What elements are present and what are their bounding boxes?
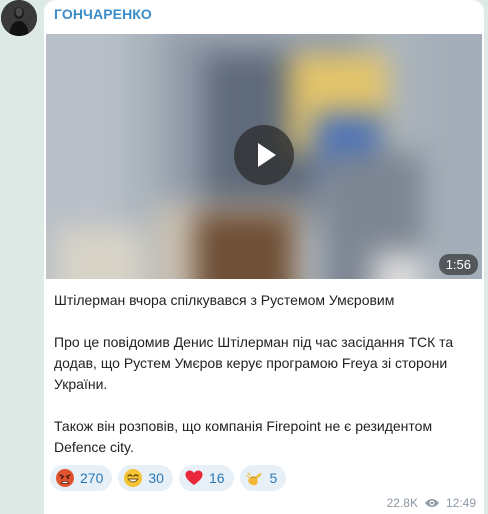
- message-meta: 22.8K 12:49: [387, 496, 476, 510]
- reactions-bar: 270 30 16 5: [50, 465, 287, 491]
- angry-face-icon: [56, 469, 74, 487]
- video-player[interactable]: 1:56: [46, 34, 482, 279]
- message-time: 12:49: [445, 496, 476, 510]
- message-bubble: ГОНЧАРЕНКО 1:56 Штілерман вчора спілкува…: [44, 0, 484, 514]
- play-button[interactable]: [234, 125, 294, 185]
- red-heart-icon: [185, 470, 203, 485]
- video-duration: 1:56: [438, 254, 478, 275]
- clapping-hands-icon: [245, 472, 261, 486]
- reaction-count: 16: [208, 470, 225, 486]
- eye-icon: [424, 499, 439, 507]
- chat-view: ГОНЧАРЕНКО 1:56 Штілерман вчора спілкува…: [0, 0, 488, 514]
- reaction-heart[interactable]: 16: [178, 465, 234, 491]
- message-paragraph: Штілерман вчора спілкувався з Рустемом У…: [54, 292, 395, 308]
- grinning-face-icon: [124, 469, 143, 487]
- person-avatar-icon: [1, 0, 37, 36]
- message-paragraph: Про це повідомив Денис Штілерман під час…: [54, 334, 454, 392]
- message-paragraph: Також він розповів, що компанія Firepoin…: [54, 418, 433, 455]
- reaction-count: 5: [269, 470, 278, 486]
- reaction-angry[interactable]: 270: [50, 465, 113, 491]
- message-text: Штілерман вчора спілкувався з Рустемом У…: [54, 290, 474, 458]
- channel-avatar[interactable]: [1, 0, 37, 36]
- reaction-count: 270: [80, 470, 104, 486]
- channel-name[interactable]: ГОНЧАРЕНКО: [54, 6, 152, 22]
- play-icon: [258, 143, 276, 167]
- reaction-clap[interactable]: 5: [239, 465, 287, 491]
- reaction-count: 30: [148, 470, 164, 486]
- reaction-grinning[interactable]: 30: [118, 465, 173, 491]
- views-count: 22.8K: [386, 496, 418, 510]
